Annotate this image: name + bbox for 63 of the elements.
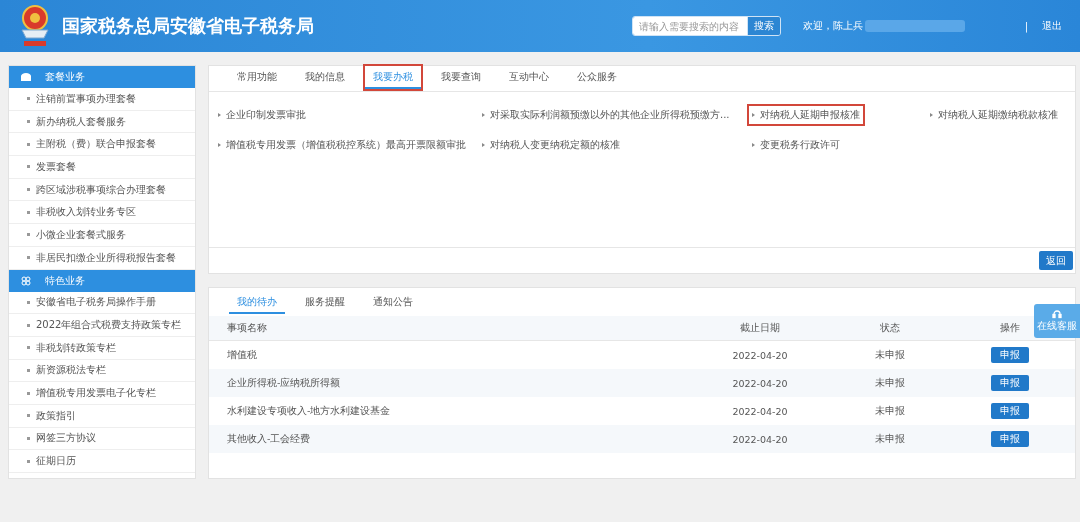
sidebar-item[interactable]: 2022年组合式税费支持政策专栏 (9, 314, 195, 337)
table-cell: 2022-04-20 (732, 405, 788, 417)
box-icon (21, 72, 31, 82)
service-link[interactable]: 对纳税人变更纳税定额的核准 (477, 134, 625, 156)
sidebar-item[interactable]: 政策指引 (9, 404, 195, 428)
menu-tab[interactable]: 互动中心 (499, 64, 559, 91)
table-cell: 未申报 (875, 404, 905, 418)
sidebar-item[interactable]: 网签三方协议 (9, 427, 195, 451)
sidebar-item[interactable]: 跨区域涉税事项综合办理套餐 (9, 178, 195, 202)
sidebar-item[interactable]: 主附税（费）联合申报套餐 (9, 133, 195, 157)
sidebar-item[interactable]: 非居民扣缴企业所得税报告套餐 (9, 246, 195, 270)
menu-tab[interactable]: 我要办税 (363, 64, 423, 91)
column-header: 状态 (880, 321, 900, 335)
back-button[interactable]: 返回 (1039, 251, 1073, 270)
welcome-text: 欢迎，陈上兵 (802, 19, 863, 33)
table-cell: 未申报 (875, 432, 905, 446)
separator: | (1024, 20, 1028, 32)
declare-button[interactable]: 申报 (991, 403, 1029, 419)
search-button[interactable]: 搜索 (746, 17, 780, 35)
logout-link[interactable]: 退出 (1042, 19, 1062, 33)
column-header: 操作 (1000, 321, 1020, 335)
sidebar-item[interactable]: 发票套餐 (9, 156, 195, 179)
menu-tab[interactable]: 常用功能 (227, 64, 287, 91)
sidebar-item[interactable]: 增值税专用发票电子化专栏 (9, 382, 195, 405)
declare-button[interactable]: 申报 (991, 431, 1029, 447)
site-title: 国家税务总局安徽省电子税务局 (62, 14, 314, 38)
table-cell: 企业所得税-应纳税所得额 (227, 376, 341, 390)
sidebar-item[interactable]: 小微企业套餐式服务 (9, 224, 195, 247)
menu-tab[interactable]: 我要查询 (431, 64, 491, 91)
table-cell: 水利建设专项收入-地方水利建设基金 (227, 404, 391, 418)
headset-icon (1052, 309, 1062, 319)
table-cell: 增值税 (227, 348, 257, 362)
sidebar-item[interactable]: 注销前置事项办理套餐 (9, 88, 195, 111)
table-cell: 未申报 (875, 376, 905, 390)
service-link[interactable]: 企业印制发票审批 (213, 104, 311, 126)
sidebar-item[interactable]: 新办纳税人套餐服务 (9, 110, 195, 134)
service-link[interactable]: 对纳税人延期申报核准 (747, 104, 865, 126)
service-link[interactable]: 增值税专用发票（增值税税控系统）最高开票限额审批 (213, 134, 471, 156)
todo-tab[interactable]: 服务提醒 (295, 289, 355, 316)
sidebar-item[interactable]: 征期日历 (9, 450, 195, 473)
sidebar-item[interactable]: 非税划转政策专栏 (9, 336, 195, 360)
table-cell: 2022-04-20 (732, 377, 788, 389)
column-header: 截止日期 (740, 321, 780, 335)
todo-tab[interactable]: 通知公告 (363, 289, 423, 316)
table-cell: 其他收入-工会经费 (227, 432, 311, 446)
sidebar-item[interactable]: 新资源税法专栏 (9, 359, 195, 383)
declare-button[interactable]: 申报 (991, 375, 1029, 391)
column-header: 事项名称 (227, 321, 267, 335)
search-field[interactable]: 请输入需要搜索的内容 搜索 (631, 16, 781, 36)
service-link[interactable]: 对纳税人延期缴纳税款核准 (925, 104, 1063, 126)
table-cell: 2022-04-20 (732, 349, 788, 361)
service-link[interactable]: 变更税务行政许可 (747, 134, 845, 156)
table-cell: 未申报 (875, 348, 905, 362)
sidebar-item[interactable]: 非税收入划转业务专区 (9, 201, 195, 225)
menu-tab[interactable]: 我的信息 (295, 64, 355, 91)
sidebar-item[interactable]: 安徽省电子税务局操作手册 (9, 291, 195, 315)
clover-icon (21, 275, 31, 286)
service-link[interactable]: 对采取实际利润额预缴以外的其他企业所得税预缴方... (477, 104, 735, 126)
declare-button[interactable]: 申报 (991, 347, 1029, 363)
table-cell: 2022-04-20 (732, 433, 788, 445)
menu-tab[interactable]: 公众服务 (567, 64, 627, 91)
emblem-logo (18, 4, 52, 48)
todo-tab[interactable]: 我的待办 (227, 289, 287, 316)
